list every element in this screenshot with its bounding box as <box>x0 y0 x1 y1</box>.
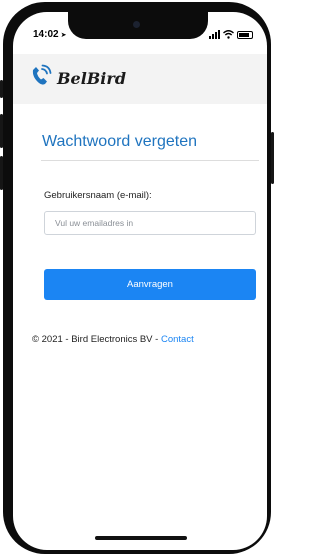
belbird-logo[interactable]: BelBird <box>29 62 126 88</box>
footer: © 2021 - Bird Electronics BV - Contact <box>32 334 194 345</box>
power-button <box>271 132 274 184</box>
volume-up-button <box>0 114 3 148</box>
signal-icon <box>209 30 220 39</box>
status-icons <box>209 30 253 39</box>
title-divider <box>41 160 259 161</box>
contact-link[interactable]: Contact <box>161 334 194 345</box>
email-field[interactable] <box>44 211 256 235</box>
wifi-icon <box>223 30 234 39</box>
phone-waves-icon <box>32 64 52 85</box>
page-title: Wachtwoord vergeten <box>42 133 198 150</box>
volume-down-button <box>0 156 3 190</box>
logo-text: BelBird <box>57 68 126 88</box>
app-header: BelBird <box>13 54 267 104</box>
location-arrow-icon: ➤ <box>60 32 67 39</box>
phone-frame: 14:02 ➤ BelBird Wachtwoord vergeten Gebr… <box>0 2 274 554</box>
home-indicator[interactable] <box>95 536 187 540</box>
email-label: Gebruikersnaam (e-mail): <box>44 190 152 201</box>
status-time: 14:02 ➤ <box>33 29 66 40</box>
camera-icon <box>133 21 140 28</box>
time-text: 14:02 <box>33 29 59 40</box>
copyright-text: © 2021 - Bird Electronics BV - <box>32 334 161 345</box>
battery-icon <box>237 30 253 39</box>
phone-screen: 14:02 ➤ BelBird Wachtwoord vergeten Gebr… <box>13 12 267 550</box>
mute-switch <box>0 80 3 98</box>
submit-button[interactable]: Aanvragen <box>44 269 256 300</box>
notch <box>68 12 208 39</box>
